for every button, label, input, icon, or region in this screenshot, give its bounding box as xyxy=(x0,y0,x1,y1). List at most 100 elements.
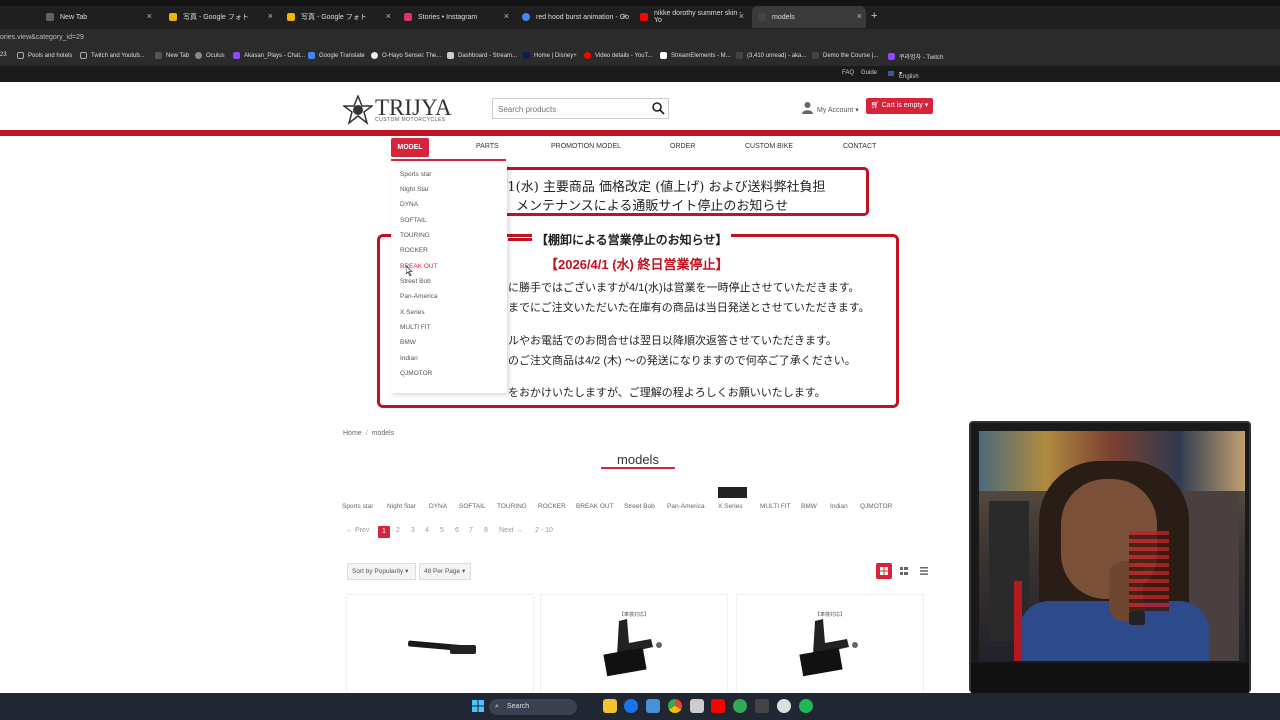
dropdown-item[interactable]: Indian xyxy=(400,355,418,362)
taskbar-search[interactable]: ⌕ Search xyxy=(489,699,577,715)
bookmark-item[interactable]: Demo the Course |... xyxy=(812,52,878,59)
bookmark-item[interactable]: (3,410 unread) - aka... xyxy=(736,52,806,59)
dropdown-item[interactable]: BMW xyxy=(400,339,416,346)
bookmark-item[interactable]: Dashboard - Stream... xyxy=(447,52,517,59)
tab-google-photos-1[interactable]: 写真 - Google フォト × xyxy=(163,8,277,26)
category-link[interactable]: QJMOTOR xyxy=(860,503,892,510)
category-link[interactable]: Indian xyxy=(830,503,848,510)
settings-icon[interactable] xyxy=(777,699,791,713)
tab-new-tab[interactable]: New Tab × xyxy=(40,8,156,26)
dropdown-item[interactable]: Pan-America xyxy=(400,293,438,300)
language-selector[interactable]: English ▾ xyxy=(899,70,919,80)
tab-youtube[interactable]: nikke dorothy summer skin - Yo × xyxy=(634,8,748,26)
sort-select[interactable]: Sort by Popularity ▾ xyxy=(347,563,416,580)
bookmark-item[interactable]: Pools and hotels xyxy=(17,52,72,59)
product-card[interactable] xyxy=(346,594,534,694)
pager-next[interactable]: Next → xyxy=(499,527,522,534)
bookmark-item[interactable]: Twitch and Youtub... xyxy=(80,52,145,59)
bookmark-item[interactable]: Google Translate xyxy=(308,52,365,59)
faq-link[interactable]: FAQ xyxy=(842,70,854,76)
dropdown-item[interactable]: Street Bob xyxy=(400,278,431,285)
category-link[interactable]: MULTI FIT xyxy=(760,503,791,510)
youtube-icon[interactable] xyxy=(711,699,725,713)
category-link[interactable]: TOURING xyxy=(497,503,527,510)
category-link[interactable]: Night Star xyxy=(387,503,416,510)
pager-page[interactable]: 3 xyxy=(411,527,415,534)
bookmark-item[interactable]: 쿠라멍자 - Twitch xyxy=(888,52,943,61)
address-bar[interactable]: ories.view&category_id=29 xyxy=(0,29,1280,46)
close-icon[interactable]: × xyxy=(504,11,509,21)
pager-page-active[interactable]: 1 xyxy=(378,526,390,538)
calculator-icon[interactable] xyxy=(690,699,704,713)
per-page-select[interactable]: 48 Per Page ▾ xyxy=(419,563,471,580)
dropdown-item[interactable]: DYNA xyxy=(400,201,418,208)
spotify-icon[interactable] xyxy=(799,699,813,713)
chrome-icon[interactable] xyxy=(668,699,682,713)
close-icon[interactable]: × xyxy=(739,11,744,21)
dropdown-item[interactable]: QJMOTOR xyxy=(400,370,432,377)
tab-google-photos-2[interactable]: 写真 - Google フォト × xyxy=(281,8,395,26)
dropdown-item[interactable]: Sports star xyxy=(400,171,431,178)
category-link[interactable]: DYNA xyxy=(429,503,447,510)
search-input[interactable] xyxy=(493,100,643,119)
pager-page[interactable]: 7 xyxy=(469,527,473,534)
category-link[interactable]: Street Bob xyxy=(624,503,655,510)
pager-page[interactable]: 8 xyxy=(484,527,488,534)
app-icon[interactable] xyxy=(755,699,769,713)
file-explorer-icon[interactable] xyxy=(603,699,617,713)
search-icon[interactable] xyxy=(651,101,665,115)
close-icon[interactable]: × xyxy=(622,11,627,21)
bookmark-item[interactable]: Oculus xyxy=(195,52,225,59)
list-view-button[interactable] xyxy=(916,563,932,579)
dropdown-item[interactable]: ROCKER xyxy=(400,247,428,254)
bookmark-item[interactable]: 23 xyxy=(0,52,7,58)
app-icon[interactable] xyxy=(733,699,747,713)
nav-model[interactable]: MODEL xyxy=(391,138,429,157)
dropdown-item[interactable]: TOURING xyxy=(400,232,430,239)
bookmark-item[interactable]: Akasan_Plays - Chat... xyxy=(233,52,305,59)
pager-page[interactable]: 6 xyxy=(455,527,459,534)
category-link[interactable]: SOFTAIL xyxy=(459,503,486,510)
close-icon[interactable]: × xyxy=(147,11,152,21)
windows-start-icon[interactable] xyxy=(472,700,484,712)
dropdown-item[interactable]: X Series xyxy=(400,309,425,316)
pager-page[interactable]: 5 xyxy=(440,527,444,534)
account-menu[interactable]: My Account ▾ xyxy=(801,101,859,114)
breadcrumb-home[interactable]: Home xyxy=(343,430,362,437)
dropdown-item[interactable]: SOFTAIL xyxy=(400,217,427,224)
pager-prev[interactable]: ← Prev xyxy=(346,527,369,534)
close-icon[interactable]: × xyxy=(386,11,391,21)
category-link[interactable]: X Series xyxy=(718,503,743,510)
product-card[interactable]: 【車検対応】 xyxy=(540,594,728,694)
product-card[interactable]: 【車検対応】 xyxy=(736,594,924,694)
nav-parts[interactable]: PARTS xyxy=(476,143,499,150)
nav-order[interactable]: ORDER xyxy=(670,143,695,150)
bookmark-item[interactable]: StreamElements - M... xyxy=(660,52,731,59)
guide-link[interactable]: Guide xyxy=(861,70,877,76)
category-link[interactable]: BMW xyxy=(801,503,817,510)
close-icon[interactable]: × xyxy=(268,11,273,21)
price-change-notice[interactable]: /1(水) 主要商品 価格改定 (値上げ) および送料弊社負担 、メンテナンスに… xyxy=(480,167,869,216)
bookmark-item[interactable]: Video details - YouT... xyxy=(584,52,653,59)
category-link[interactable]: BREAK OUT xyxy=(576,503,614,510)
store-icon[interactable] xyxy=(646,699,660,713)
nav-contact[interactable]: CONTACT xyxy=(843,143,876,150)
category-thumbnail[interactable] xyxy=(718,487,747,498)
grid-small-view-button[interactable] xyxy=(896,563,912,579)
category-link[interactable]: Sports star xyxy=(342,503,373,510)
nav-custom-bike[interactable]: CUSTOM BIKE xyxy=(745,143,793,150)
cart-button[interactable]: 🛒︎ Cart is empty ▾ xyxy=(866,98,933,114)
category-link[interactable]: ROCKER xyxy=(538,503,566,510)
tab-instagram[interactable]: Stories • Instagram × xyxy=(398,8,513,26)
dropdown-item[interactable]: Night Star xyxy=(400,186,429,193)
grid-large-view-button[interactable] xyxy=(876,563,892,579)
site-logo[interactable]: TRIJYA CUSTOM MOTORCYCLES xyxy=(343,93,453,125)
category-link[interactable]: Pan-America xyxy=(667,503,705,510)
tab-models[interactable]: models × xyxy=(752,6,866,28)
bookmark-item[interactable]: New Tab xyxy=(155,52,189,59)
pager-page[interactable]: 2 xyxy=(396,527,400,534)
bookmark-item[interactable]: Home | Disney+ xyxy=(523,52,577,59)
tab-google-search[interactable]: red hood burst animation - Go × xyxy=(516,8,631,26)
pager-page[interactable]: 4 xyxy=(425,527,429,534)
edge-icon[interactable] xyxy=(624,699,638,713)
